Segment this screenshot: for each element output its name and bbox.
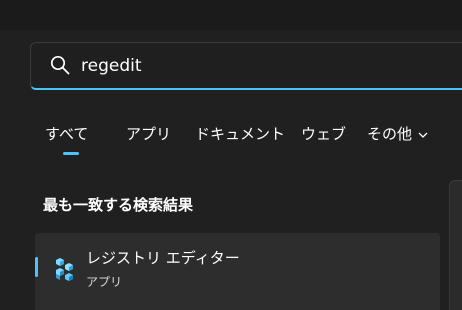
selection-indicator: [35, 257, 38, 277]
result-title: レジストリ エディター: [86, 249, 240, 267]
search-input[interactable]: [81, 55, 441, 77]
best-match-heading: 最も一致する検索結果: [43, 196, 194, 214]
search-flyout: すべて アプリ ドキュメント ウェブ その他 最も一致する検索結果 レジストリ …: [0, 0, 462, 310]
search-box[interactable]: [30, 42, 462, 90]
tab-more-label: その他: [367, 125, 413, 143]
tab-apps[interactable]: アプリ: [126, 124, 171, 144]
result-subtitle: アプリ: [86, 275, 123, 289]
registry-editor-icon: [56, 258, 73, 281]
search-icon: [50, 55, 70, 75]
tab-documents[interactable]: ドキュメント: [195, 124, 285, 144]
detail-panel-edge: [449, 180, 462, 310]
selected-tab-indicator: [63, 152, 79, 155]
tab-more[interactable]: その他: [367, 124, 428, 144]
best-match-result[interactable]: レジストリ エディター アプリ: [35, 233, 440, 310]
chevron-down-icon: [418, 132, 428, 138]
tab-web[interactable]: ウェブ: [301, 124, 346, 144]
top-band: [0, 0, 462, 30]
tab-all[interactable]: すべて: [45, 124, 88, 144]
